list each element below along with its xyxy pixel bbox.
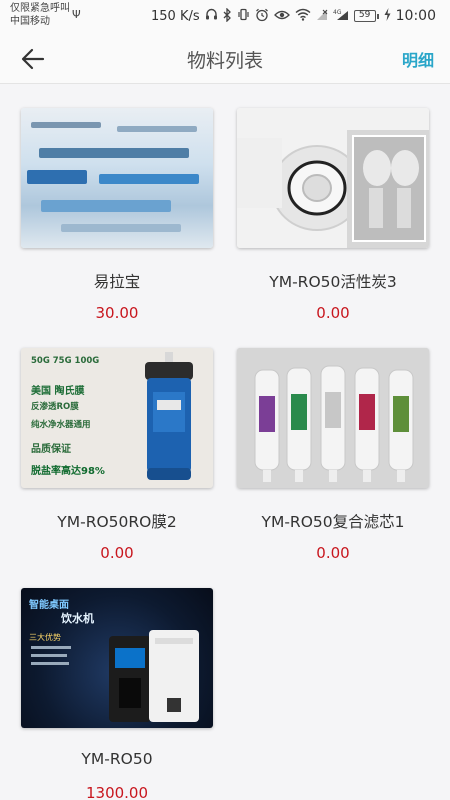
product-card[interactable]: YM-RO50复合滤芯1 0.00	[237, 324, 429, 564]
product-name: 易拉宝	[93, 273, 141, 291]
product-card[interactable]: 50G 75G 100G 美国 陶氏膜 反渗透RO膜 纯水净水器通用 品质保证 …	[21, 324, 213, 564]
membrane-text: 反渗透RO膜	[31, 402, 79, 412]
product-image-water-dispenser: 智能桌面 饮水机 三大优势	[21, 588, 213, 728]
eye-icon	[273, 9, 290, 24]
vibrate-icon	[237, 8, 250, 24]
product-name: YM-RO50RO膜2	[57, 513, 177, 531]
product-price: 0.00	[316, 304, 350, 322]
product-price: 1300.00	[85, 784, 149, 800]
product-card[interactable]: 智能桌面 饮水机 三大优势 YM-RO50 1300.00	[21, 564, 213, 800]
wifi-icon	[295, 8, 311, 24]
product-name: YM-RO50	[81, 750, 153, 768]
no-signal-icon	[316, 8, 328, 24]
status-bar: 仅限紧急呼叫 中国移动 Ψ 150 K/s 4G 59 10:00	[0, 0, 450, 34]
product-image-display-stand	[21, 108, 213, 248]
network-speed: 150 K/s	[151, 8, 200, 24]
membrane-text: 美国 陶氏膜	[31, 386, 85, 397]
battery-icon: 59	[353, 10, 379, 22]
membrane-text: 50G 75G 100G	[31, 356, 100, 366]
machine-text: 饮水机	[61, 612, 94, 625]
status-indicators: 150 K/s 4G 59 10:00	[151, 6, 436, 25]
nav-bar: 物料列表 明细	[0, 34, 450, 84]
product-name: YM-RO50复合滤芯1	[261, 513, 405, 531]
machine-text: 智能桌面	[29, 600, 69, 611]
battery-level: 59	[353, 10, 376, 22]
membrane-text: 脱盐率高达98%	[31, 466, 105, 477]
usb-icon: Ψ	[72, 8, 81, 21]
bluetooth-icon	[223, 6, 232, 25]
product-image-composite-filters	[237, 348, 429, 488]
product-grid: 易拉宝 30.00 YM-RO50活性炭3 0.00 50G 75G 100G …	[0, 84, 450, 800]
product-image-carbon-filter	[237, 108, 429, 248]
product-image-ro-membrane: 50G 75G 100G 美国 陶氏膜 反渗透RO膜 纯水净水器通用 品质保证 …	[21, 348, 213, 488]
membrane-text: 品质保证	[31, 444, 71, 455]
product-price: 0.00	[316, 544, 350, 562]
charging-icon	[384, 8, 391, 24]
membrane-text: 纯水净水器通用	[31, 420, 91, 430]
clock: 10:00	[395, 8, 436, 24]
product-card[interactable]: YM-RO50活性炭3 0.00	[237, 84, 429, 324]
product-name: YM-RO50活性炭3	[269, 273, 397, 291]
carrier-line1: 仅限紧急呼叫	[10, 3, 70, 14]
alarm-icon	[255, 8, 269, 25]
carrier-line2: 中国移动	[10, 16, 50, 27]
page-title: 物料列表	[186, 50, 263, 72]
product-price: 30.00	[95, 304, 139, 322]
machine-text: 三大优势	[29, 633, 61, 642]
4g-signal-icon: 4G	[333, 8, 349, 24]
product-card[interactable]: 易拉宝 30.00	[21, 84, 213, 324]
svg-text:4G: 4G	[333, 9, 342, 16]
headset-icon	[205, 8, 218, 24]
carrier-info: 仅限紧急呼叫 中国移动 Ψ	[10, 2, 81, 28]
detail-button[interactable]: 明细	[402, 47, 434, 71]
product-price: 0.00	[100, 544, 134, 562]
